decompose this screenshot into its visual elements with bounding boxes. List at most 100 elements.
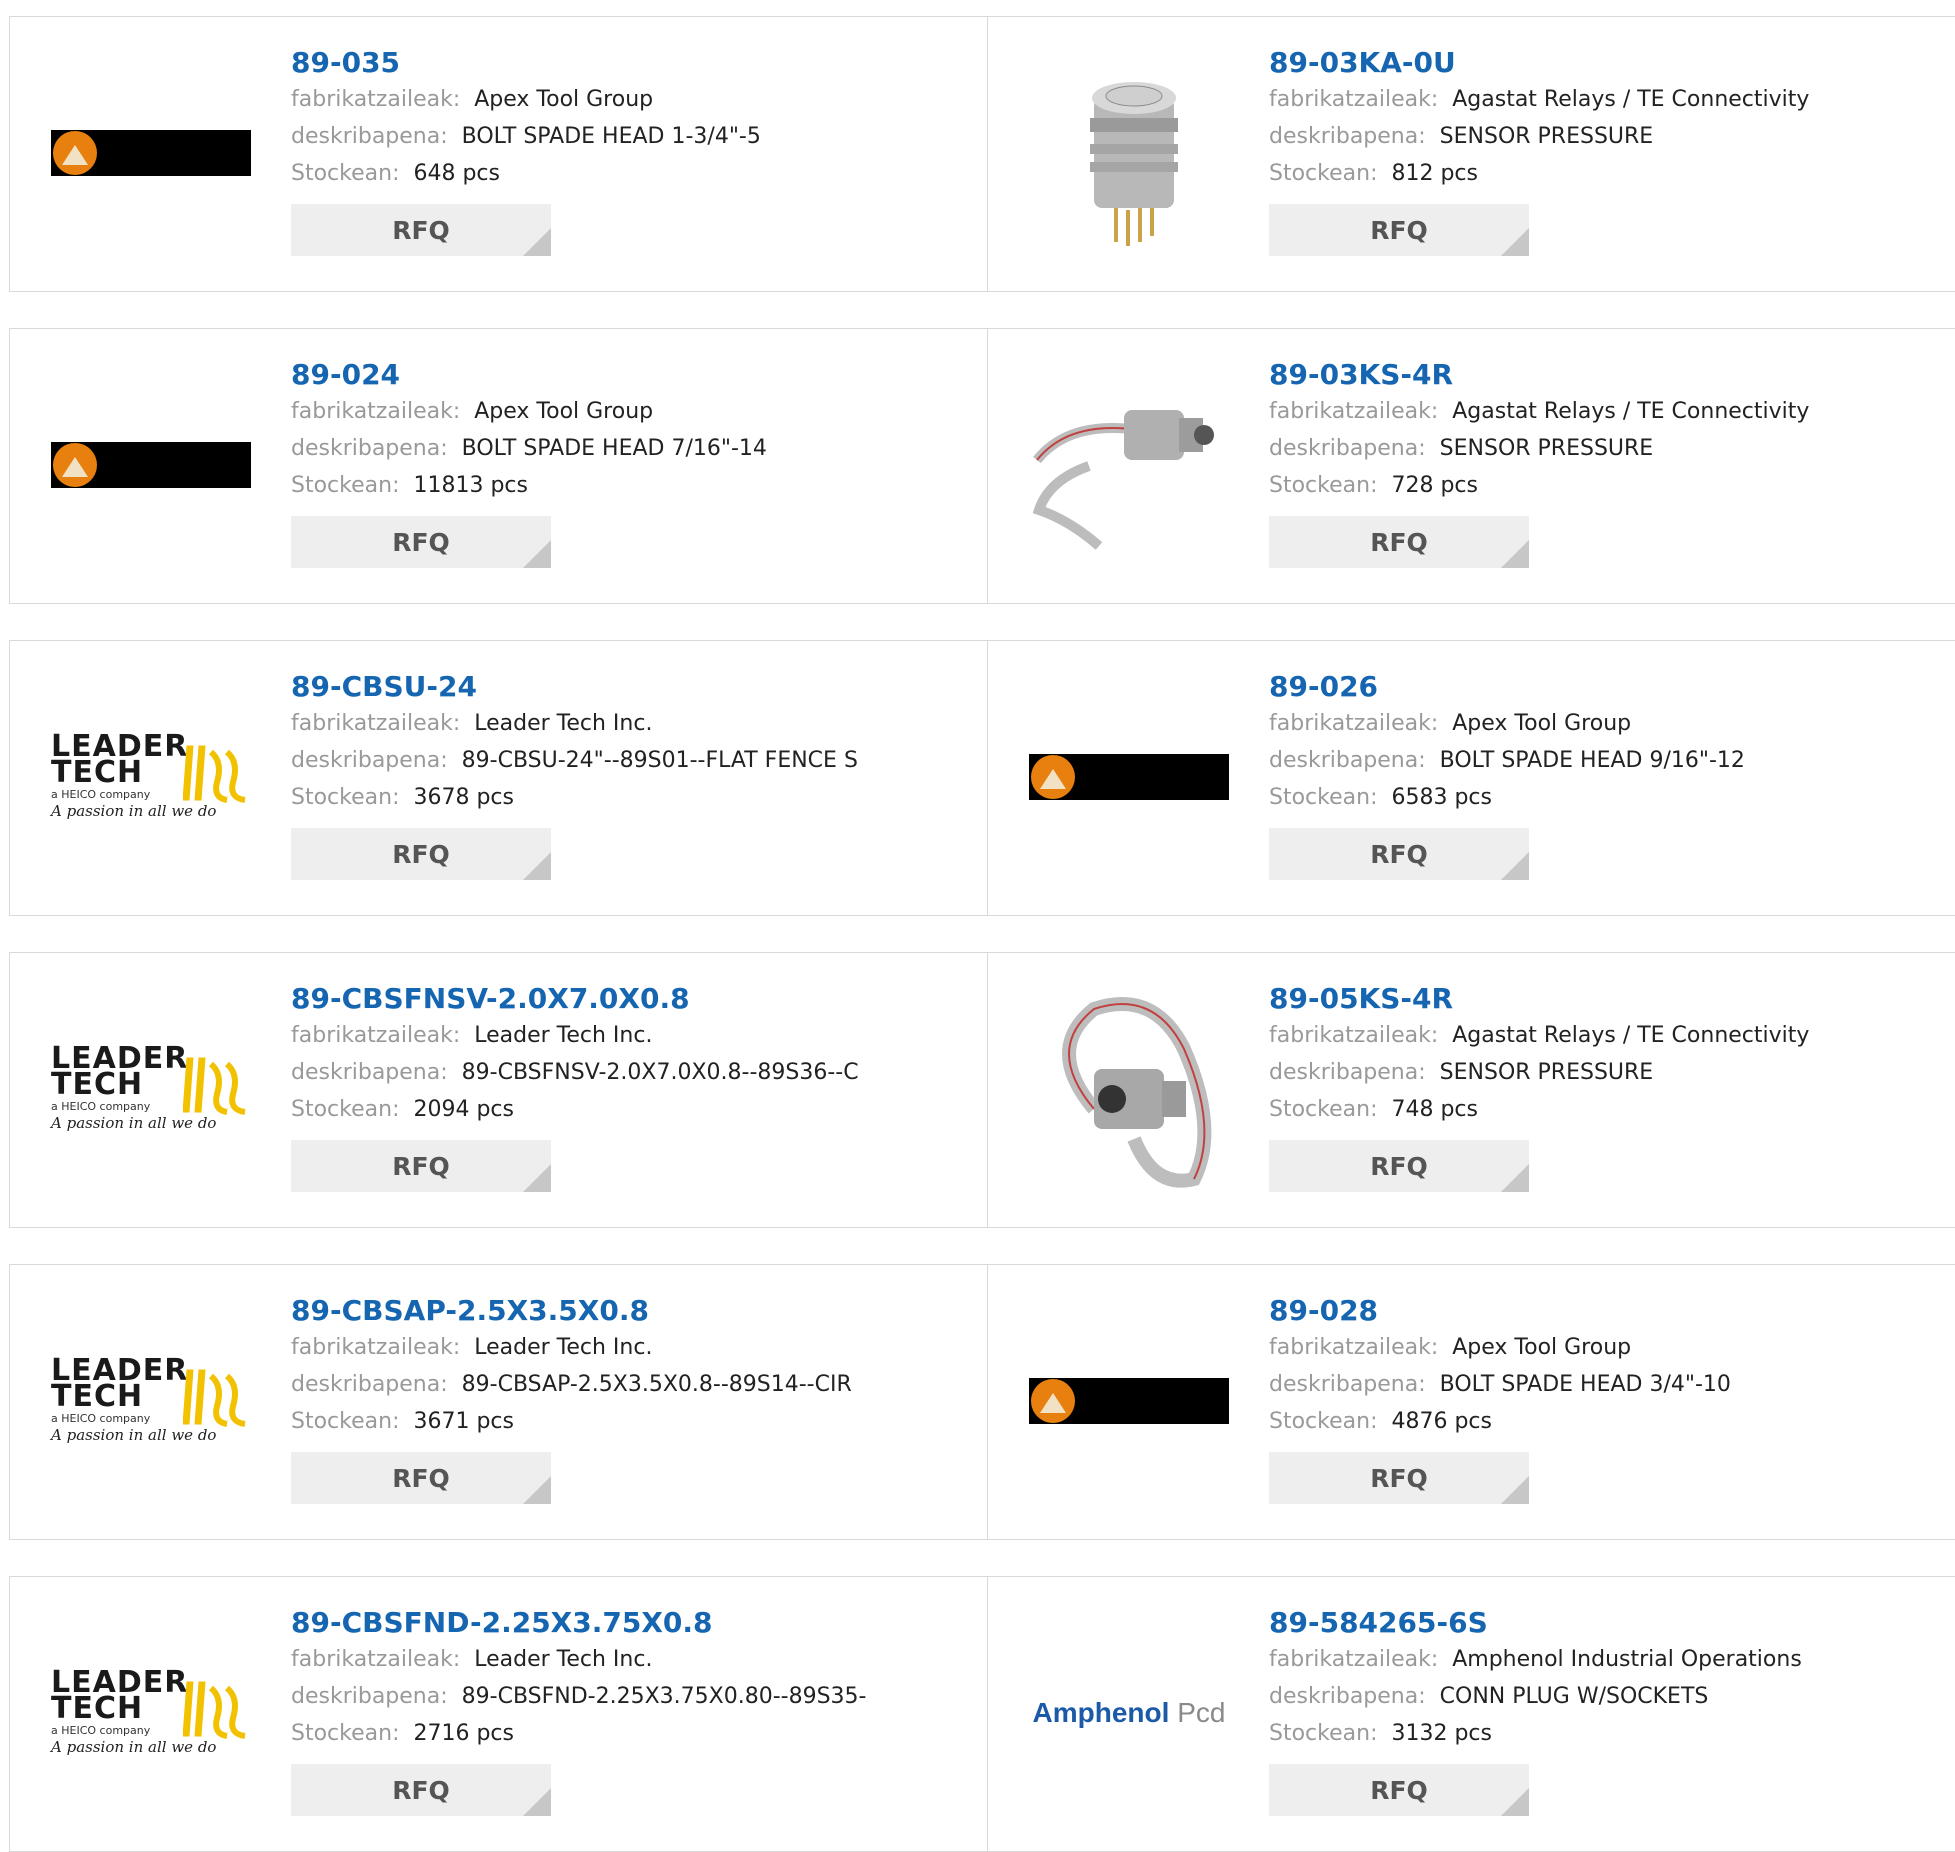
- product-card: Amphenol Pcd 89-584265-6S fabrikatzailea…: [988, 1577, 1955, 1851]
- rfq-button[interactable]: RFQ: [1269, 204, 1529, 256]
- part-number-link[interactable]: 89-026: [1269, 669, 1909, 705]
- stock-line: Stockean: 3671 pcs: [291, 1403, 931, 1440]
- product-image[interactable]: LEADER TECH a HEICO company A passion in al…: [51, 677, 251, 877]
- rfq-label: RFQ: [1370, 215, 1428, 245]
- description-label: deskribapena:: [1269, 1060, 1426, 1085]
- rfq-button[interactable]: RFQ: [291, 1452, 551, 1504]
- rfq-corner-decoration: [1501, 852, 1529, 880]
- description-value: BOLT SPADE HEAD 3/4"-10: [1439, 1372, 1731, 1397]
- product-row: LEADER TECH a HEICO company A passion in al…: [9, 640, 1955, 916]
- manufacturer-line: fabrikatzaileak: Leader Tech Inc.: [291, 1329, 931, 1366]
- description-line: deskribapena: CONN PLUG W/SOCKETS: [1269, 1678, 1909, 1715]
- product-card: 89-035 fabrikatzaileak: Apex Tool Group d…: [10, 17, 988, 291]
- description-label: deskribapena:: [291, 1684, 448, 1709]
- rfq-button[interactable]: RFQ: [291, 516, 551, 568]
- rfq-button[interactable]: RFQ: [291, 204, 551, 256]
- manufacturer-line: fabrikatzaileak: Agastat Relays / TE Conn…: [1269, 81, 1909, 118]
- description-label: deskribapena:: [291, 436, 448, 461]
- stock-value: 812 pcs: [1391, 161, 1478, 186]
- manufacturer-value: Agastat Relays / TE Connectivity: [1452, 1023, 1810, 1048]
- product-image[interactable]: [51, 365, 251, 565]
- stock-value: 3132 pcs: [1391, 1721, 1492, 1746]
- part-number-link[interactable]: 89-CBSFND-2.25X3.75X0.8: [291, 1605, 931, 1641]
- rfq-button[interactable]: RFQ: [1269, 1764, 1529, 1816]
- description-value: SENSOR PRESSURE: [1439, 436, 1654, 461]
- product-image[interactable]: [1029, 365, 1229, 565]
- stock-label: Stockean:: [1269, 161, 1378, 186]
- manufacturer-line: fabrikatzaileak: Leader Tech Inc.: [291, 1017, 931, 1054]
- part-number-link[interactable]: 89-CBSU-24: [291, 669, 931, 705]
- product-image[interactable]: [1029, 989, 1229, 1189]
- rfq-button[interactable]: RFQ: [291, 1140, 551, 1192]
- rfq-button[interactable]: RFQ: [291, 1764, 551, 1816]
- product-info: 89-CBSFNSV-2.0X7.0X0.8 fabrikatzaileak: L…: [291, 981, 931, 1192]
- product-image[interactable]: LEADER TECH a HEICO company A passion in al…: [51, 1301, 251, 1501]
- manufacturer-value: Apex Tool Group: [1452, 1335, 1632, 1360]
- product-info: 89-03KA-0U fabrikatzaileak: Agastat Relay…: [1269, 45, 1909, 256]
- product-info: 89-CBSU-24 fabrikatzaileak: Leader Tech I…: [291, 669, 931, 880]
- description-value: CONN PLUG W/SOCKETS: [1439, 1684, 1709, 1709]
- rfq-corner-decoration: [523, 1788, 551, 1816]
- product-card: 89-03KA-0U fabrikatzaileak: Agastat Relay…: [988, 17, 1955, 291]
- product-image[interactable]: Amphenol Pcd: [1029, 1613, 1229, 1813]
- apex-tool-group-logo: [51, 130, 251, 176]
- part-number-link[interactable]: 89-03KA-0U: [1269, 45, 1909, 81]
- stock-label: Stockean:: [1269, 1721, 1378, 1746]
- part-number-link[interactable]: 89-028: [1269, 1293, 1909, 1329]
- part-number-link[interactable]: 89-024: [291, 357, 931, 393]
- description-value: SENSOR PRESSURE: [1439, 1060, 1654, 1085]
- rfq-corner-decoration: [1501, 1476, 1529, 1504]
- pressure-sensor-image: [1062, 997, 1212, 1188]
- stock-value: 728 pcs: [1391, 473, 1478, 498]
- product-row: 89-024 fabrikatzaileak: Apex Tool Group d…: [9, 328, 1955, 604]
- stock-line: Stockean: 4876 pcs: [1269, 1403, 1909, 1440]
- stock-value: 2094 pcs: [413, 1097, 514, 1122]
- description-value: 89-CBSU-24"--89S01--FLAT FENCE S: [461, 748, 858, 773]
- stock-line: Stockean: 3132 pcs: [1269, 1715, 1909, 1752]
- product-image[interactable]: [1029, 1301, 1229, 1501]
- description-label: deskribapena:: [291, 124, 448, 149]
- product-image[interactable]: [51, 53, 251, 253]
- rfq-label: RFQ: [392, 1463, 450, 1493]
- rfq-label: RFQ: [1370, 527, 1428, 557]
- product-card: 89-05KS-4R fabrikatzaileak: Agastat Relay…: [988, 953, 1955, 1227]
- description-label: deskribapena:: [1269, 1372, 1426, 1397]
- part-number-link[interactable]: 89-CBSAP-2.5X3.5X0.8: [291, 1293, 931, 1329]
- part-number-link[interactable]: 89-CBSFNSV-2.0X7.0X0.8: [291, 981, 931, 1017]
- rfq-button[interactable]: RFQ: [1269, 1452, 1529, 1504]
- product-image[interactable]: [1029, 677, 1229, 877]
- description-label: deskribapena:: [1269, 436, 1426, 461]
- product-image[interactable]: LEADER TECH a HEICO company A passion in al…: [51, 1613, 251, 1813]
- manufacturer-value: Leader Tech Inc.: [474, 1023, 653, 1048]
- stock-value: 648 pcs: [413, 161, 500, 186]
- part-number-link[interactable]: 89-05KS-4R: [1269, 981, 1909, 1017]
- description-label: deskribapena:: [291, 748, 448, 773]
- manufacturer-line: fabrikatzaileak: Apex Tool Group: [1269, 1329, 1909, 1366]
- part-number-link[interactable]: 89-584265-6S: [1269, 1605, 1909, 1641]
- stock-line: Stockean: 11813 pcs: [291, 467, 931, 504]
- description-line: deskribapena: 89-CBSFND-2.25X3.75X0.80--8…: [291, 1678, 931, 1715]
- stock-label: Stockean:: [1269, 1097, 1378, 1122]
- rfq-button[interactable]: RFQ: [291, 828, 551, 880]
- manufacturer-value: Apex Tool Group: [474, 399, 654, 424]
- part-number-link[interactable]: 89-035: [291, 45, 931, 81]
- manufacturer-value: Amphenol Industrial Operations: [1452, 1647, 1802, 1672]
- product-image[interactable]: [1029, 53, 1229, 253]
- rfq-button[interactable]: RFQ: [1269, 1140, 1529, 1192]
- stock-value: 4876 pcs: [1391, 1409, 1492, 1434]
- description-value: BOLT SPADE HEAD 9/16"-12: [1439, 748, 1745, 773]
- rfq-button[interactable]: RFQ: [1269, 828, 1529, 880]
- stock-value: 2716 pcs: [413, 1721, 514, 1746]
- manufacturer-value: Agastat Relays / TE Connectivity: [1452, 87, 1810, 112]
- stock-label: Stockean:: [291, 473, 400, 498]
- manufacturer-label: fabrikatzaileak:: [1269, 87, 1439, 112]
- rfq-button[interactable]: RFQ: [1269, 516, 1529, 568]
- pressure-sensor-image: [1032, 410, 1214, 550]
- description-line: deskribapena: BOLT SPADE HEAD 9/16"-12: [1269, 742, 1909, 779]
- part-number-link[interactable]: 89-03KS-4R: [1269, 357, 1909, 393]
- manufacturer-line: fabrikatzaileak: Agastat Relays / TE Conn…: [1269, 1017, 1909, 1054]
- stock-line: Stockean: 648 pcs: [291, 155, 931, 192]
- stock-label: Stockean:: [1269, 1409, 1378, 1434]
- leader-tech-logo: LEADER TECH a HEICO company A passion in al…: [51, 1658, 251, 1768]
- product-image[interactable]: LEADER TECH a HEICO company A passion in al…: [51, 989, 251, 1189]
